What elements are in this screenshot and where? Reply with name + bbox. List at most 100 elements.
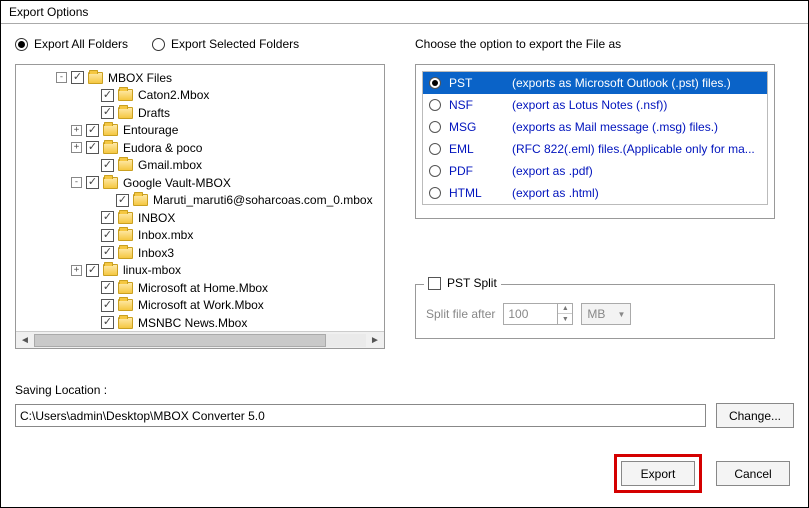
scroll-track[interactable] [34, 334, 366, 347]
format-list[interactable]: PST(exports as Microsoft Outlook (.pst) … [422, 71, 768, 205]
format-desc: (exports as Mail message (.msg) files.) [512, 120, 718, 134]
folder-icon [103, 142, 118, 154]
radio-icon [429, 99, 441, 111]
tree-item-label: Gmail.mbox [138, 158, 202, 172]
format-desc: (export as .pdf) [512, 164, 593, 178]
tree-checkbox[interactable] [86, 176, 99, 189]
format-option-html[interactable]: HTML(export as .html) [423, 182, 767, 204]
pst-split-checkbox[interactable] [428, 277, 441, 290]
format-option-pdf[interactable]: PDF (export as .pdf) [423, 160, 767, 182]
folder-icon [118, 247, 133, 259]
format-name: HTML [449, 186, 504, 200]
pst-split-group: PST Split Split file after 100 ▲ ▼ MB ▼ [415, 284, 775, 339]
tree-checkbox[interactable] [101, 246, 114, 259]
tree-checkbox[interactable] [86, 264, 99, 277]
format-option-eml[interactable]: EML(RFC 822(.eml) files.(Applicable only… [423, 138, 767, 160]
folder-icon [118, 89, 133, 101]
tree-item[interactable]: MSNBC News.Mbox [16, 314, 384, 330]
tree-item[interactable]: + linux-mbox [16, 262, 384, 280]
tree-item[interactable]: INBOX [16, 209, 384, 227]
expander-spacer [101, 195, 112, 206]
radio-icon [429, 187, 441, 199]
tree-checkbox[interactable] [101, 229, 114, 242]
saving-location-label: Saving Location : [15, 383, 794, 397]
tree-item[interactable]: Inbox3 [16, 244, 384, 262]
export-highlight: Export [614, 454, 702, 493]
tree-item-label: MBOX Files [108, 71, 172, 85]
tree-item-label: Inbox.mbx [138, 228, 193, 242]
expander-spacer [86, 230, 97, 241]
collapse-icon[interactable]: - [56, 72, 67, 83]
chevron-down-icon: ▼ [617, 310, 625, 319]
folder-icon [103, 264, 118, 276]
expander-spacer [86, 317, 97, 328]
scroll-left-icon[interactable]: ◄ [18, 335, 32, 346]
split-size-input[interactable]: 100 ▲ ▼ [503, 303, 573, 325]
tree-item[interactable]: + Entourage [16, 122, 384, 140]
expand-icon[interactable]: + [71, 125, 82, 136]
export-button[interactable]: Export [621, 461, 695, 486]
radio-icon [429, 121, 441, 133]
tree-checkbox[interactable] [86, 141, 99, 154]
format-option-nsf[interactable]: NSF(export as Lotus Notes (.nsf)) [423, 94, 767, 116]
split-size-value: 100 [504, 307, 557, 321]
format-panel: PST(exports as Microsoft Outlook (.pst) … [415, 64, 775, 219]
tree-checkbox[interactable] [101, 159, 114, 172]
tree-checkbox[interactable] [101, 299, 114, 312]
expand-icon[interactable]: + [71, 142, 82, 153]
format-option-msg[interactable]: MSG(exports as Mail message (.msg) files… [423, 116, 767, 138]
tree-item[interactable]: - MBOX Files [16, 69, 384, 87]
tree-item[interactable]: - Google Vault-MBOX [16, 174, 384, 192]
tree-item[interactable]: Gmail.mbox [16, 157, 384, 175]
expander-spacer [86, 90, 97, 101]
tree-hscrollbar[interactable]: ◄ ► [16, 331, 384, 348]
folder-icon [118, 317, 133, 329]
format-name: PDF [449, 164, 504, 178]
tree-item[interactable]: +Eudora & poco [16, 139, 384, 157]
split-unit-select[interactable]: MB ▼ [581, 303, 631, 325]
saving-location-input[interactable]: C:\Users\admin\Desktop\MBOX Converter 5.… [15, 404, 706, 427]
spinner-down-icon[interactable]: ▼ [558, 314, 572, 324]
scroll-right-icon[interactable]: ► [368, 335, 382, 346]
collapse-icon[interactable]: - [71, 177, 82, 188]
tree-item[interactable]: Microsoft at Work.Mbox [16, 297, 384, 315]
tree-item[interactable]: Maruti_maruti6@soharcoas.com_0.mbox [16, 192, 384, 210]
export-all-radio[interactable]: Export All Folders [15, 37, 128, 51]
format-option-pst[interactable]: PST(exports as Microsoft Outlook (.pst) … [423, 72, 767, 94]
radio-icon [429, 77, 441, 89]
export-all-label: Export All Folders [34, 37, 128, 51]
tree-item-label: INBOX [138, 211, 175, 225]
tree-checkbox[interactable] [101, 316, 114, 329]
tree-checkbox[interactable] [116, 194, 129, 207]
tree-item-label: linux-mbox [123, 263, 181, 277]
folder-icon [103, 124, 118, 136]
tree-checkbox[interactable] [71, 71, 84, 84]
tree-item[interactable]: Caton2.Mbox [16, 87, 384, 105]
title-bar: Export Options [1, 1, 808, 24]
folder-icon [133, 194, 148, 206]
tree-checkbox[interactable] [101, 106, 114, 119]
tree-checkbox[interactable] [86, 124, 99, 137]
tree-item-label: Caton2.Mbox [138, 88, 209, 102]
format-desc: (exports as Microsoft Outlook (.pst) fil… [512, 76, 731, 90]
tree-checkbox[interactable] [101, 281, 114, 294]
folder-icon [118, 299, 133, 311]
formats-heading: Choose the option to export the File as [415, 34, 794, 54]
scroll-thumb[interactable] [34, 334, 326, 347]
tree-item[interactable]: Microsoft at Home.Mbox [16, 279, 384, 297]
change-button[interactable]: Change... [716, 403, 794, 428]
folder-tree[interactable]: - MBOX Files Caton2.Mbox Drafts + Entourage +E… [15, 64, 385, 349]
tree-item-label: Entourage [123, 123, 178, 137]
format-desc: (RFC 822(.eml) files.(Applicable only fo… [512, 142, 755, 156]
expand-icon[interactable]: + [71, 265, 82, 276]
tree-item[interactable]: Drafts [16, 104, 384, 122]
tree-checkbox[interactable] [101, 89, 114, 102]
tree-item-label: Google Vault-MBOX [123, 176, 231, 190]
folder-icon [118, 212, 133, 224]
tree-checkbox[interactable] [101, 211, 114, 224]
spinner-up-icon[interactable]: ▲ [558, 304, 572, 314]
tree-item[interactable]: Inbox.mbx [16, 227, 384, 245]
folder-icon [118, 282, 133, 294]
export-selected-radio[interactable]: Export Selected Folders [152, 37, 299, 51]
cancel-button[interactable]: Cancel [716, 461, 790, 486]
